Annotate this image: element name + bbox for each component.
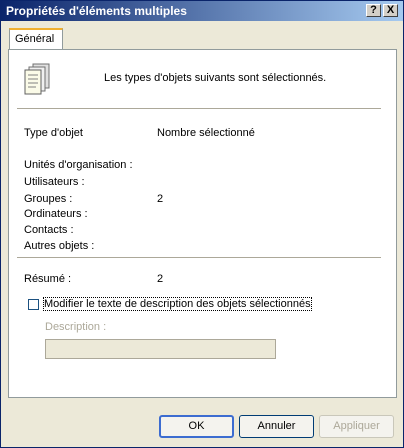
summary-count: 2 — [157, 273, 164, 285]
ok-button[interactable]: OK — [159, 415, 234, 438]
row-users-label: Utilisateurs : — [24, 176, 85, 188]
close-button[interactable]: X — [383, 4, 398, 17]
row-ou-label: Unités d'organisation : — [24, 159, 133, 171]
help-button[interactable]: ? — [366, 4, 381, 17]
description-label: Description : — [45, 321, 107, 333]
row-contacts-label: Contacts : — [24, 224, 74, 236]
apply-button[interactable]: Appliquer — [319, 415, 394, 438]
multiple-objects-icon — [24, 63, 50, 95]
modify-description-checkbox[interactable] — [28, 299, 39, 310]
modify-description-label[interactable]: Modifier le texte de description des obj… — [43, 297, 312, 311]
properties-dialog: Propriétés d'éléments multiples ? X Géné… — [0, 0, 404, 448]
row-other-label: Autres objets : — [24, 240, 95, 252]
description-input[interactable] — [45, 339, 276, 359]
separator-bottom — [17, 257, 381, 258]
separator-top — [17, 108, 381, 109]
header-object-type: Type d'objet — [24, 127, 83, 139]
row-groups-label: Groupes : — [24, 193, 73, 205]
row-groups-count: 2 — [157, 193, 164, 205]
cancel-button[interactable]: Annuler — [239, 415, 314, 438]
header-selected-count: Nombre sélectionné — [157, 127, 255, 139]
tab-general[interactable]: Général — [9, 28, 63, 50]
title-bar: Propriétés d'éléments multiples ? X — [1, 1, 403, 21]
tab-general-label: Général — [15, 33, 55, 45]
window-title: Propriétés d'éléments multiples — [6, 4, 187, 18]
intro-text: Les types d'objets suivants sont sélecti… — [104, 72, 327, 84]
row-computers-label: Ordinateurs : — [24, 208, 88, 220]
summary-label: Résumé : — [24, 273, 72, 285]
